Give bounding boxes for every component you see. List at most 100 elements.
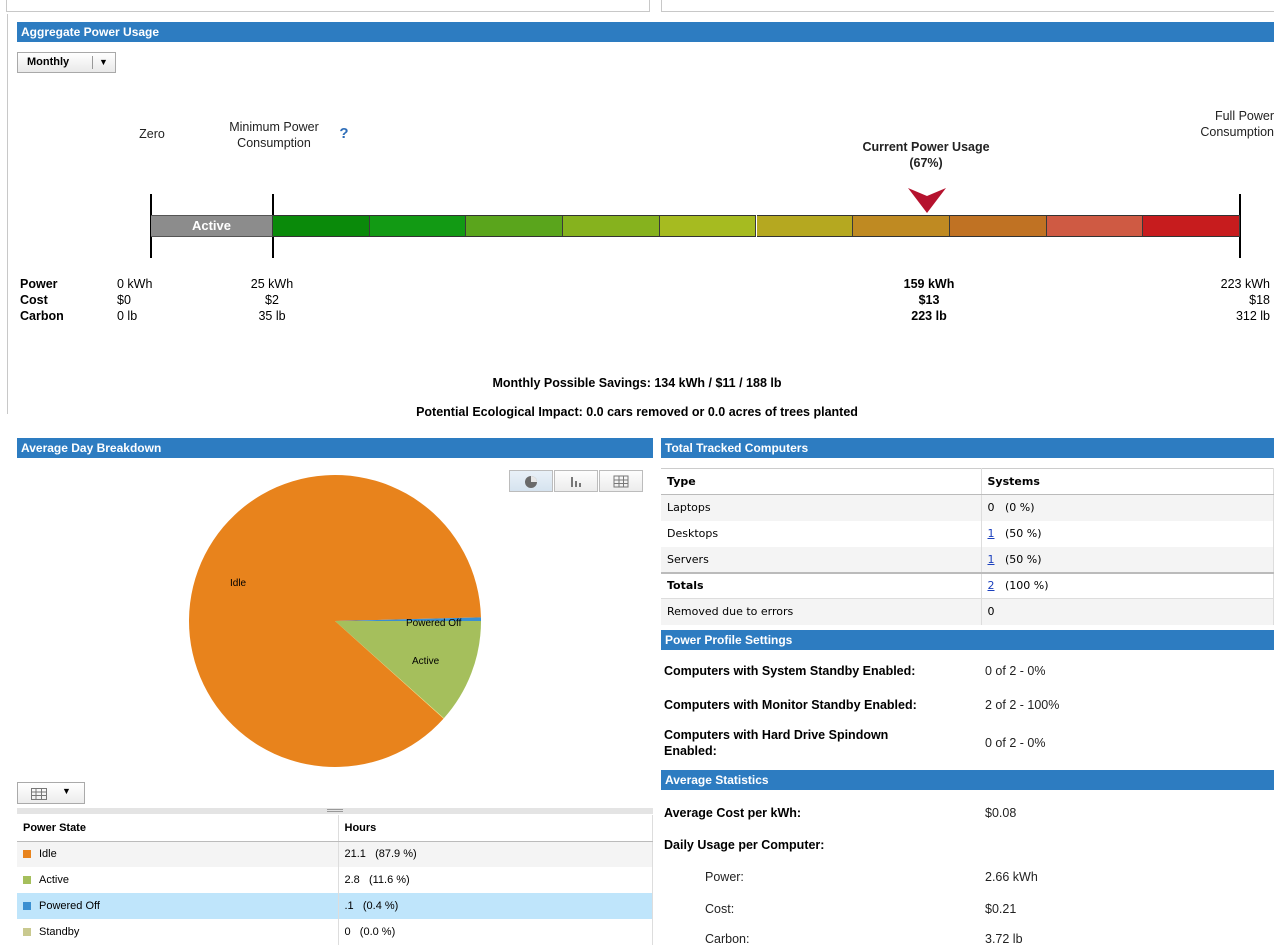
- legend-swatch: [23, 850, 31, 859]
- hours-percent: (0.0 %): [359, 926, 396, 938]
- svg-text:?: ?: [339, 125, 348, 141]
- table-row[interactable]: Standby 0 (0.0 %): [17, 919, 653, 945]
- average-statistics-header: Average Statistics: [661, 770, 1274, 790]
- computer-type: Laptops: [661, 494, 982, 521]
- power-state-pie-chart: Idle Powered Off Active: [189, 475, 481, 767]
- pie-view-button[interactable]: [509, 470, 553, 492]
- hours-value: 21.1: [344, 848, 366, 861]
- system-standby-value: 0 of 2 - 0%: [985, 664, 1046, 678]
- totals-pct: (100 %): [1005, 579, 1049, 593]
- table-header-row: Power State Hours: [17, 815, 653, 842]
- avg-cost-value: $0.08: [985, 806, 1017, 820]
- power-state-name: Idle: [39, 848, 57, 861]
- chevron-down-icon: ▼: [62, 786, 71, 796]
- count-link[interactable]: 1: [988, 527, 995, 540]
- column-header-type[interactable]: Type: [661, 468, 982, 495]
- table-row[interactable]: Idle 21.1 (87.9 %): [17, 841, 653, 867]
- table-menu-button[interactable]: ▼: [17, 782, 85, 804]
- full-power-label: Full Power Consumption: [1200, 109, 1274, 139]
- legend-swatch: [23, 876, 31, 885]
- daily-power-label: Power:: [705, 870, 744, 884]
- removed-label: Removed due to errors: [661, 598, 982, 625]
- totals-count-link[interactable]: 2: [988, 579, 995, 592]
- column-header-hours[interactable]: Hours: [338, 815, 653, 842]
- table-resize-handle[interactable]: [17, 808, 653, 814]
- daily-usage-label: Daily Usage per Computer:: [664, 838, 825, 852]
- gradient-segment: [853, 215, 950, 237]
- computer-type: Servers: [661, 546, 982, 573]
- period-select-value: Monthly: [27, 56, 70, 68]
- daily-carbon-value: 3.72 lb: [985, 932, 1023, 946]
- full-values: 223 kWh $18 312 lb: [1220, 277, 1270, 323]
- table-row[interactable]: Powered Off .1 (0.4 %): [17, 893, 653, 919]
- column-header-power-state[interactable]: Power State: [17, 815, 339, 842]
- table-view-button[interactable]: [599, 470, 643, 492]
- current-power-label: Current Power Usage (67%): [862, 140, 990, 170]
- bar-chart-icon: [571, 477, 581, 487]
- period-select[interactable]: Monthly ▼: [17, 52, 116, 73]
- zero-values: 0 kWh $0 0 lb: [117, 277, 153, 323]
- removed-row: Removed due to errors 0: [661, 598, 1274, 625]
- gradient-segment: [659, 215, 757, 237]
- power-state-name: Powered Off: [39, 900, 100, 912]
- count-percent: (50 %): [1005, 552, 1042, 566]
- current-values: 159 kWh $13 223 lb: [903, 277, 955, 323]
- ecological-impact: Potential Ecological Impact: 0.0 cars re…: [416, 405, 858, 419]
- table-row: Laptops 0 (0 %): [661, 494, 1274, 521]
- gradient-segment: [369, 215, 467, 237]
- top-panel-edges: [0, 0, 1274, 14]
- zero-label: Zero: [139, 127, 165, 141]
- min-power-label: Minimum Power Consumption: [229, 120, 319, 150]
- table-row: Desktops 1 (50 %): [661, 520, 1274, 547]
- current-usage-marker-icon: [908, 186, 946, 214]
- hours-percent: (11.6 %): [368, 874, 410, 886]
- table-icon: [613, 475, 629, 488]
- chevron-down-icon: ▼: [99, 57, 108, 67]
- aggregate-power-header: Aggregate Power Usage: [17, 22, 1274, 42]
- row-labels: Power Cost Carbon: [20, 277, 64, 323]
- count-link[interactable]: 1: [988, 553, 995, 566]
- power-profile-header: Power Profile Settings: [661, 630, 1274, 650]
- removed-value: 0: [981, 598, 1274, 625]
- table-row[interactable]: Active 2.8 (11.6 %): [17, 867, 653, 893]
- hours-percent: (87.9 %): [375, 848, 417, 861]
- pie-chart-icon: [525, 476, 537, 488]
- gradient-segment: [563, 215, 660, 237]
- left-border: [7, 14, 8, 414]
- help-icon[interactable]: ?: [336, 125, 352, 142]
- total-tracked-header: Total Tracked Computers: [661, 438, 1274, 458]
- count-percent: (50 %): [1005, 527, 1042, 540]
- legend-swatch: [23, 928, 31, 937]
- power-state-table: Power State Hours Idle 21.1 (87.9 %) Activ…: [17, 815, 653, 945]
- hours-value: 2.8: [344, 874, 360, 886]
- power-usage-bar: Active: [151, 215, 1240, 237]
- gradient-segment: [949, 215, 1047, 237]
- totals-row: Totals 2 (100 %): [661, 572, 1274, 599]
- hours-value: .1: [344, 900, 354, 912]
- table-row: Servers 1 (50 %): [661, 546, 1274, 573]
- power-state-name: Standby: [39, 926, 80, 938]
- count-percent: (0 %): [1005, 501, 1035, 515]
- daily-carbon-label: Carbon:: [705, 932, 750, 946]
- pie-label-powered-off: Powered Off: [406, 618, 462, 629]
- min-values: 25 kWh $2 35 lb: [250, 277, 294, 323]
- bar-view-button[interactable]: [554, 470, 598, 492]
- pie-label-idle: Idle: [230, 578, 247, 589]
- daily-power-value: 2.66 kWh: [985, 870, 1038, 884]
- power-state-name: Active: [39, 874, 69, 886]
- computer-type: Desktops: [661, 520, 982, 547]
- gradient-segment: [466, 215, 564, 237]
- monitor-standby-value: 2 of 2 - 100%: [985, 698, 1060, 712]
- monthly-savings: Monthly Possible Savings: 134 kWh / $11 …: [492, 376, 782, 390]
- count-value: 0: [987, 501, 995, 515]
- active-segment: Active: [151, 215, 273, 237]
- avg-cost-label: Average Cost per kWh:: [664, 806, 802, 820]
- tracked-computers-table: Type Systems Laptops 0 (0 %) Desktops 1 (50…: [661, 468, 1274, 625]
- monitor-standby-label: Computers with Monitor Standby Enabled:: [664, 698, 917, 712]
- pie-label-active: Active: [412, 656, 440, 667]
- average-day-breakdown-header: Average Day Breakdown: [17, 438, 653, 458]
- hdd-spindown-label: Computers with Hard Drive Spindown Enabl…: [664, 728, 889, 758]
- column-header-systems[interactable]: Systems: [981, 468, 1274, 495]
- daily-cost-value: $0.21: [985, 902, 1017, 916]
- legend-swatch: [23, 902, 31, 911]
